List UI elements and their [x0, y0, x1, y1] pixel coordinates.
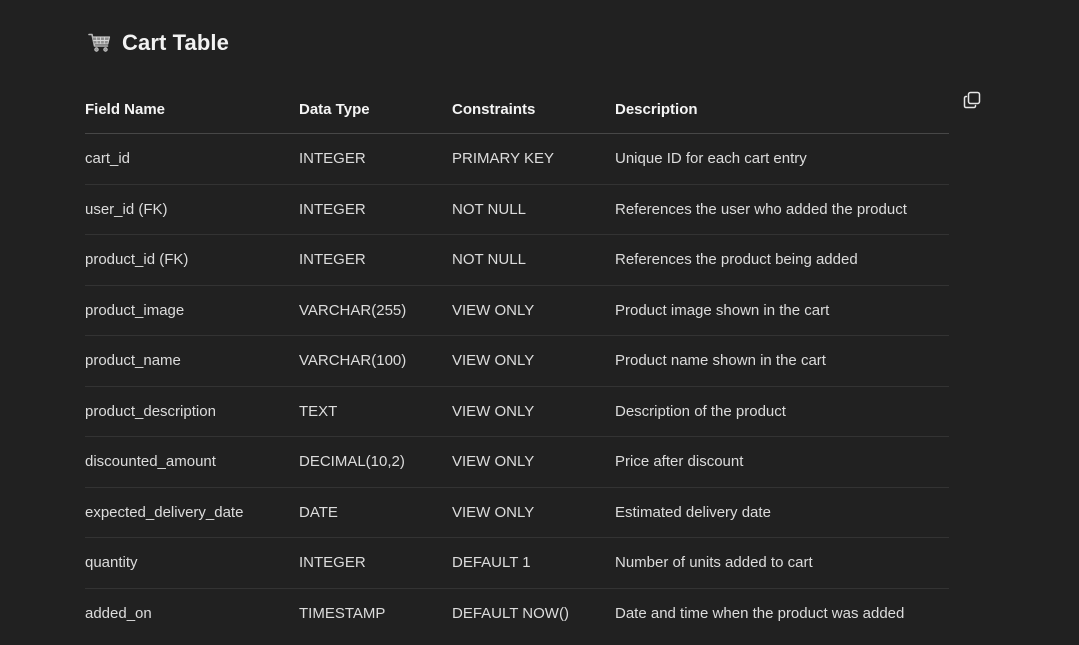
column-header-data-type: Data Type — [299, 85, 452, 134]
table-header-row: Field Name Data Type Constraints Descrip… — [85, 85, 949, 134]
cell-description: Price after discount — [615, 436, 949, 488]
table-row: product_name VARCHAR(100) VIEW ONLY Prod… — [85, 335, 949, 387]
copy-icon — [963, 91, 981, 114]
cell-data-type: VARCHAR(100) — [299, 335, 452, 387]
cell-constraints: NOT NULL — [452, 184, 615, 235]
column-header-description: Description — [615, 85, 949, 134]
cell-data-type: TEXT — [299, 386, 452, 437]
cell-constraints: VIEW ONLY — [452, 335, 615, 387]
table-row: product_description TEXT VIEW ONLY Descr… — [85, 386, 949, 437]
cell-constraints: NOT NULL — [452, 234, 615, 286]
cell-field-name: quantity — [85, 537, 299, 589]
cell-constraints: VIEW ONLY — [452, 487, 615, 538]
cell-description: Estimated delivery date — [615, 487, 949, 538]
cell-field-name: added_on — [85, 604, 152, 622]
cell-data-type: INTEGER — [299, 133, 452, 185]
cell-constraints: VIEW ONLY — [452, 436, 615, 488]
shopping-cart-icon — [88, 32, 112, 54]
cell-data-type: VARCHAR(255) — [299, 285, 452, 336]
cell-field-name: cart_id — [85, 133, 299, 185]
column-header-field-name: Field Name — [85, 85, 299, 134]
cell-constraints: VIEW ONLY — [452, 285, 615, 336]
cell-constraints: DEFAULT 1 — [452, 537, 615, 589]
cell-field-name: product_image — [85, 285, 299, 336]
cell-description: Unique ID for each cart entry — [615, 133, 949, 185]
cell-constraints: DEFAULT NOW() — [452, 604, 569, 622]
cell-description: Product name shown in the cart — [615, 335, 949, 387]
page-title: Cart Table — [122, 30, 229, 55]
section-heading: Cart Table — [88, 28, 229, 58]
cell-description: Description of the product — [615, 386, 949, 437]
cell-data-type: DATE — [299, 487, 452, 538]
cell-field-name: discounted_amount — [85, 436, 299, 488]
table-row: cart_id INTEGER PRIMARY KEY Unique ID fo… — [85, 133, 949, 185]
chat-message-content: Cart Table Field Name Data Type Constrai… — [0, 0, 1079, 645]
table-row: user_id (FK) INTEGER NOT NULL References… — [85, 184, 949, 235]
cell-description: Product image shown in the cart — [615, 285, 949, 336]
column-header-constraints: Constraints — [452, 85, 615, 134]
cell-field-name: product_id (FK) — [85, 234, 299, 286]
table-row: product_id (FK) INTEGER NOT NULL Referen… — [85, 234, 949, 286]
cell-field-name: expected_delivery_date — [85, 487, 299, 538]
cell-data-type: INTEGER — [299, 184, 452, 235]
table-row: quantity INTEGER DEFAULT 1 Number of uni… — [85, 537, 949, 589]
cart-schema-table: Field Name Data Type Constraints Descrip… — [85, 85, 949, 638]
cell-constraints: PRIMARY KEY — [452, 133, 615, 185]
cell-data-type: INTEGER — [299, 234, 452, 286]
cell-data-type: DECIMAL(10,2) — [299, 436, 452, 488]
cell-description: References the user who added the produc… — [615, 184, 949, 235]
cell-field-name: product_name — [85, 335, 299, 387]
cell-description: References the product being added — [615, 234, 949, 286]
cell-field-name: product_description — [85, 386, 299, 437]
table-row: expected_delivery_date DATE VIEW ONLY Es… — [85, 487, 949, 538]
table-row: added_on TIMESTAMP DEFAULT NOW() Date an… — [85, 588, 949, 638]
cell-constraints: VIEW ONLY — [452, 386, 615, 437]
cell-data-type: TIMESTAMP — [299, 604, 386, 622]
copy-table-button[interactable] — [962, 91, 982, 114]
cell-data-type: INTEGER — [299, 537, 452, 589]
cell-field-name: user_id (FK) — [85, 184, 299, 235]
table-row: product_image VARCHAR(255) VIEW ONLY Pro… — [85, 285, 949, 336]
table-row: discounted_amount DECIMAL(10,2) VIEW ONL… — [85, 436, 949, 488]
cell-description: Number of units added to cart — [615, 537, 949, 589]
cell-description: Date and time when the product was added — [615, 604, 905, 622]
